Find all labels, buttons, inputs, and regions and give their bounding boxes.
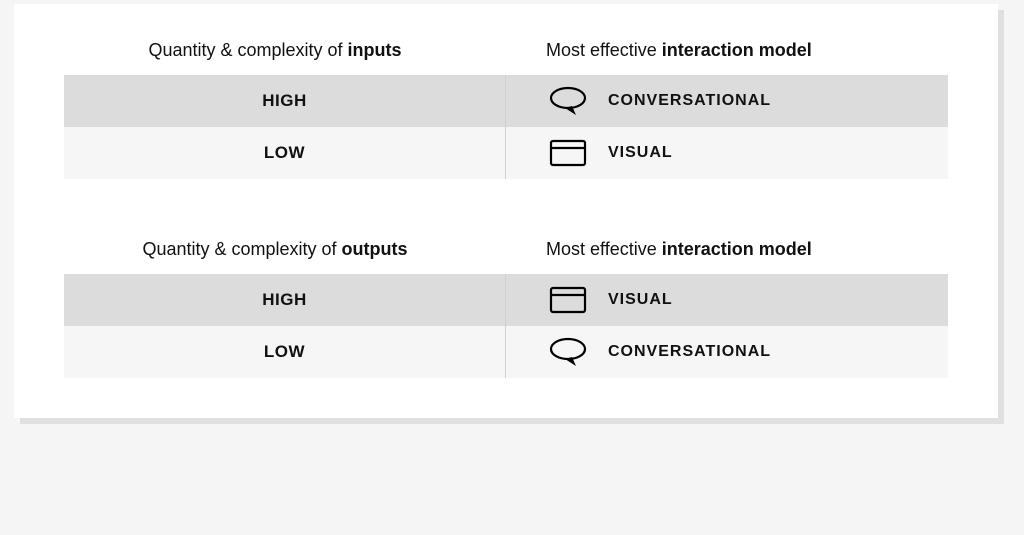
window-icon [546,285,590,315]
header-right: Most effective interaction model [506,40,948,61]
card: Quantity & complexity of inputs Most eff… [14,4,998,418]
header-left-bold: outputs [342,239,408,259]
card-shadow: Quantity & complexity of inputs Most eff… [20,10,1004,424]
level-cell: LOW [64,127,506,179]
model-label: VISUAL [608,144,673,162]
section-header: Quantity & complexity of outputs Most ef… [64,239,948,274]
model-label: CONVERSATIONAL [608,343,771,361]
header-right-bold: interaction model [662,40,812,60]
table-row: HIGH VISUAL [64,274,948,326]
header-left-prefix: Quantity & complexity of [142,239,341,259]
header-left: Quantity & complexity of inputs [64,40,506,61]
model-cell: CONVERSATIONAL [506,337,948,367]
level-cell: HIGH [64,274,506,326]
speech-bubble-icon [546,337,590,367]
header-right-prefix: Most effective [546,239,662,259]
model-label: VISUAL [608,291,673,309]
header-right-bold: interaction model [662,239,812,259]
level-cell: LOW [64,326,506,378]
section-header: Quantity & complexity of inputs Most eff… [64,40,948,75]
window-icon [546,138,590,168]
model-cell: VISUAL [506,285,948,315]
model-cell: VISUAL [506,138,948,168]
header-left-bold: inputs [348,40,402,60]
model-cell: CONVERSATIONAL [506,86,948,116]
table-row: LOW CONVERSATIONAL [64,326,948,378]
model-label: CONVERSATIONAL [608,92,771,110]
speech-bubble-icon [546,86,590,116]
table-row: LOW VISUAL [64,127,948,179]
header-left-prefix: Quantity & complexity of [148,40,347,60]
level-cell: HIGH [64,75,506,127]
header-left: Quantity & complexity of outputs [64,239,506,260]
header-right: Most effective interaction model [506,239,948,260]
header-right-prefix: Most effective [546,40,662,60]
table-row: HIGH CONVERSATIONAL [64,75,948,127]
